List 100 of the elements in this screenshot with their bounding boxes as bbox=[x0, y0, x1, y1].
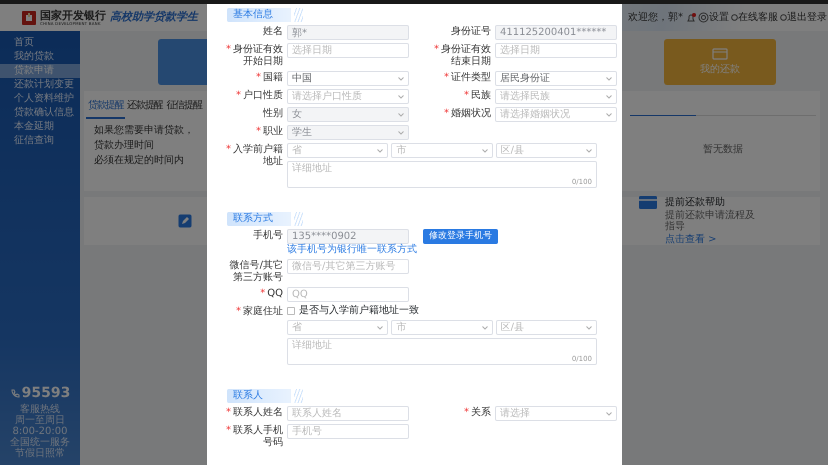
caret-icon bbox=[482, 148, 488, 152]
required-mark: * bbox=[444, 72, 449, 83]
system-title: 高校助学贷款学生 bbox=[110, 9, 198, 26]
input-field[interactable]: 选择日期 bbox=[287, 43, 409, 58]
hotline-number: 95593 bbox=[22, 384, 70, 403]
caret-icon bbox=[398, 76, 404, 80]
input-field[interactable]: 微信号/其它第三方账号 bbox=[287, 259, 409, 274]
footer-text: 8:00-20:00 bbox=[12, 426, 68, 437]
dashboard-card[interactable] bbox=[158, 39, 207, 85]
tab[interactable]: 贷款提醒 bbox=[86, 95, 126, 119]
wallet-icon bbox=[712, 48, 728, 60]
required-mark: * bbox=[236, 306, 241, 317]
field-label: 微信号/其它第三方账号 bbox=[228, 259, 283, 284]
required-mark: * bbox=[464, 90, 469, 101]
field-label: 性别 bbox=[262, 107, 283, 120]
caret-icon bbox=[377, 148, 384, 152]
select-field[interactable]: 省 bbox=[287, 320, 388, 335]
bank-name: 国家开发银行 bbox=[40, 10, 106, 20]
required-mark: * bbox=[226, 44, 231, 55]
select-field[interactable]: 请选择婚姻状况 bbox=[495, 107, 617, 122]
sidebar-item[interactable]: 我的贷款 bbox=[0, 50, 80, 64]
dashboard-card[interactable]: 我的还款 bbox=[664, 39, 776, 85]
tab[interactable]: 还款提醒 bbox=[125, 95, 164, 119]
caret-icon bbox=[606, 112, 612, 116]
caret-icon bbox=[398, 112, 404, 116]
input-field[interactable]: 手机号 bbox=[287, 424, 409, 439]
field-label: * 民族 bbox=[463, 89, 491, 102]
caret-icon bbox=[482, 326, 488, 330]
caret-icon bbox=[398, 94, 404, 98]
checkbox[interactable] bbox=[287, 307, 295, 315]
field-label: * 证件类型 bbox=[443, 71, 491, 84]
settings-link[interactable]: 设置 bbox=[698, 10, 729, 25]
footer-text: 全国统一服务 bbox=[9, 437, 71, 448]
field-label: * 联系人姓名 bbox=[225, 406, 283, 419]
select-field[interactable]: 区/县 bbox=[496, 320, 597, 335]
footer-text: 周一至周日 bbox=[14, 415, 66, 426]
logo-icon bbox=[22, 10, 36, 24]
sidebar-item[interactable]: 个人资料维护 bbox=[0, 92, 80, 106]
required-mark: * bbox=[256, 72, 261, 83]
required-mark: * bbox=[226, 407, 231, 418]
select-field[interactable]: 居民身份证 bbox=[495, 71, 617, 86]
field-label: * 入学前户籍地址 bbox=[225, 143, 283, 168]
caret-icon bbox=[606, 412, 612, 416]
required-mark: * bbox=[434, 44, 439, 55]
footer-text: 客服热线 bbox=[19, 404, 61, 415]
caret-icon bbox=[398, 130, 404, 134]
footer-text: 节假日照常 bbox=[14, 448, 66, 459]
sidebar-item[interactable]: 贷款确认信息 bbox=[0, 106, 80, 120]
caret-icon bbox=[377, 326, 384, 330]
select-field[interactable]: 中国 bbox=[287, 71, 409, 86]
field-label: * 联系人手机号码 bbox=[225, 424, 283, 449]
help-title: 提前还款帮助 bbox=[665, 196, 726, 210]
input-field[interactable]: QQ bbox=[287, 287, 409, 302]
section-header: 基本信息 bbox=[227, 8, 303, 22]
select-field[interactable]: 请选择 bbox=[495, 406, 617, 421]
input-field[interactable]: 选择日期 bbox=[495, 43, 617, 58]
select-field[interactable]: 市 bbox=[391, 143, 493, 158]
card-label: 我的还款 bbox=[700, 62, 740, 76]
field-label: 姓名 bbox=[262, 25, 283, 38]
required-mark: * bbox=[226, 425, 231, 436]
notice-text: 必须在规定的时间内 bbox=[94, 155, 184, 166]
online-service-link[interactable]: 在线客服 bbox=[731, 10, 778, 25]
field-label: * 关系 bbox=[463, 406, 491, 419]
phone-icon bbox=[10, 388, 20, 398]
required-mark: * bbox=[464, 407, 469, 418]
section-header: 联系人 bbox=[227, 389, 303, 403]
sidebar-item[interactable]: 还款计划变更 bbox=[0, 78, 80, 92]
field-label: * 国籍 bbox=[255, 71, 283, 84]
empty-text: 暂无数据 bbox=[702, 142, 744, 157]
input-field[interactable]: 联系人姓名 bbox=[287, 406, 409, 421]
caret-icon bbox=[586, 326, 592, 330]
sidebar-item[interactable]: 首页 bbox=[0, 36, 80, 50]
help-description: 提前还款申请流程及指导 bbox=[665, 210, 756, 232]
tab[interactable]: 征信提醒 bbox=[164, 95, 204, 119]
required-mark: * bbox=[444, 108, 449, 119]
field-label: * 身份证有效结束日期 bbox=[433, 43, 491, 68]
checkbox-label: 是否与入学前户籍地址一致 bbox=[299, 305, 419, 317]
field-label: * 职业 bbox=[255, 125, 283, 138]
field-label: * 户口性质 bbox=[235, 89, 283, 102]
field-label: * QQ bbox=[259, 287, 283, 300]
caret-icon bbox=[606, 76, 612, 80]
settings-icon bbox=[698, 12, 709, 23]
sidebar-item[interactable]: 本金延期 bbox=[0, 120, 80, 134]
field-label: 身份证号 bbox=[450, 25, 491, 38]
section-header: 联系方式 bbox=[227, 212, 303, 226]
select-field[interactable]: 市 bbox=[391, 320, 493, 335]
sidebar-item[interactable]: 征信查询 bbox=[0, 134, 80, 148]
select-field[interactable]: 请选择户口性质 bbox=[287, 89, 409, 104]
help-link[interactable]: 点击查看 > bbox=[665, 234, 717, 245]
required-mark: * bbox=[260, 288, 266, 299]
bell-icon[interactable] bbox=[686, 12, 696, 22]
logout-link[interactable]: 退出登录 bbox=[780, 10, 827, 25]
field-label: * 家庭住址 bbox=[235, 305, 283, 318]
select-field[interactable]: 省 bbox=[287, 143, 388, 158]
select-field[interactable]: 请选择民族 bbox=[495, 89, 617, 104]
greeting-text: 欢迎您，郭* bbox=[628, 10, 683, 25]
select-field[interactable]: 区/县 bbox=[496, 143, 597, 158]
caret-icon bbox=[606, 94, 612, 98]
edit-icon bbox=[178, 214, 192, 228]
required-mark: * bbox=[256, 126, 261, 137]
